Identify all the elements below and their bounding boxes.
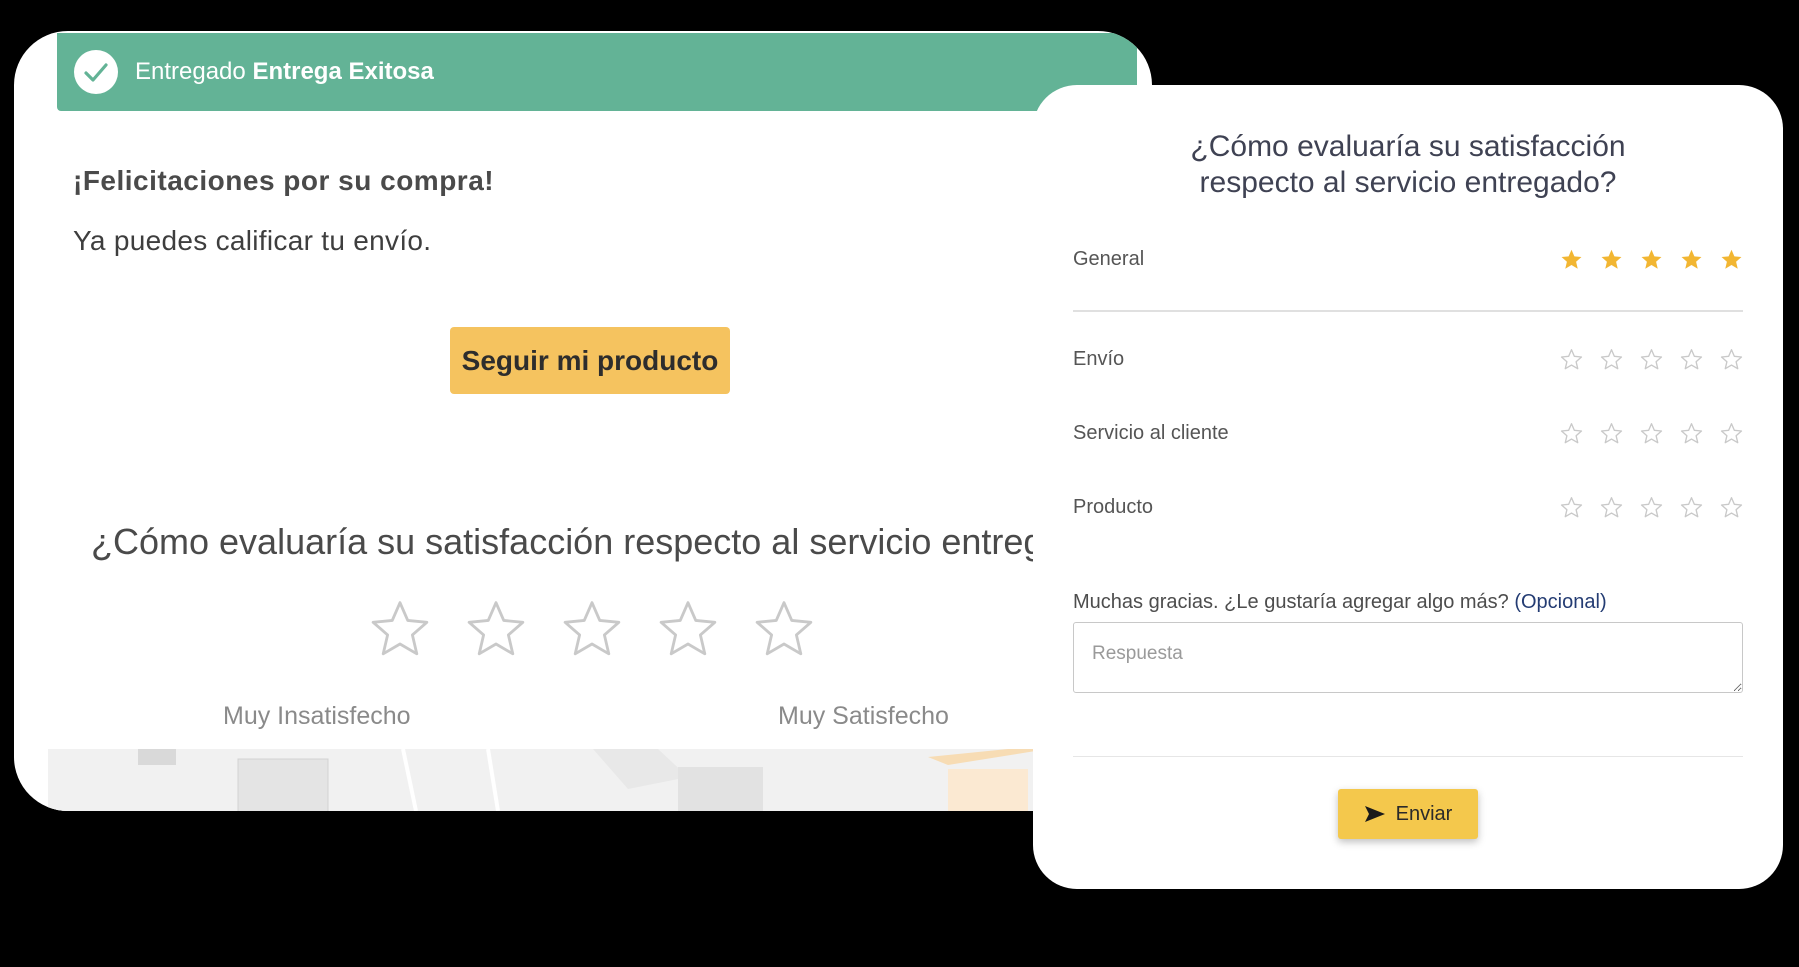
star-rating[interactable] [1560,248,1743,271]
rating-label: General [1073,247,1145,270]
status-prefix: Entregado [135,58,246,85]
star-rating[interactable] [1560,496,1743,519]
rating-row-general: General [1073,244,1743,274]
star-icon[interactable] [1640,348,1663,371]
survey-title-line-1: ¿Cómo evaluaría su satisfacción [1190,130,1626,163]
delivery-card: Entregado Entrega Exitosa ¡Felicitacione… [14,31,1152,811]
star-icon[interactable] [1560,496,1583,519]
send-arrow-icon [1364,806,1385,822]
star-icon[interactable] [1720,496,1743,519]
track-product-button[interactable]: Seguir mi producto [450,327,730,394]
status-value: Entrega Exitosa [252,58,434,85]
map-preview [48,748,1152,811]
satisfaction-question: ¿Cómo evaluaría su satisfacción respecto… [91,521,1064,562]
star-filled-icon[interactable] [1680,248,1703,271]
send-button[interactable]: Enviar [1338,789,1478,839]
delivery-status-bar: Entregado Entrega Exitosa [57,33,1137,111]
star-icon[interactable] [465,598,527,660]
scale-high-label: Muy Satisfecho [778,702,949,730]
check-icon [74,50,118,94]
delivery-status-text: Entregado Entrega Exitosa [135,58,434,86]
star-icon[interactable] [657,598,719,660]
star-filled-icon[interactable] [1600,248,1623,271]
optional-tag: (Opcional) [1514,591,1607,613]
star-icon[interactable] [1600,348,1623,371]
rating-row-product: Producto [1073,492,1743,522]
star-filled-icon[interactable] [1720,248,1743,271]
star-icon[interactable] [753,598,815,660]
star-icon[interactable] [561,598,623,660]
star-icon[interactable] [1640,422,1663,445]
star-icon[interactable] [1720,348,1743,371]
rating-row-customer-service: Servicio al cliente [1073,418,1743,448]
comment-prompt: Muchas gracias. ¿Le gustaría agregar alg… [1073,591,1509,613]
star-filled-icon[interactable] [1560,248,1583,271]
star-icon[interactable] [1560,348,1583,371]
congrats-heading: ¡Felicitaciones por su compra! [73,165,495,196]
star-icon[interactable] [1600,496,1623,519]
rating-row-shipping: Envío [1073,344,1743,374]
survey-card: ¿Cómo evaluaría su satisfacción respecto… [1033,85,1783,889]
star-filled-icon[interactable] [1640,248,1663,271]
star-icon[interactable] [1560,422,1583,445]
star-icon[interactable] [1600,422,1623,445]
rating-label: Envío [1073,347,1125,370]
rate-shipping-text: Ya puedes calificar tu envío. [73,225,432,256]
rating-label: Servicio al cliente [1073,421,1229,444]
send-label: Enviar [1395,802,1453,825]
big-star-rating[interactable] [369,598,815,660]
star-rating[interactable] [1560,422,1743,445]
star-icon[interactable] [1680,422,1703,445]
survey-title: ¿Cómo evaluaría su satisfacción respecto… [1033,129,1783,201]
comment-textarea[interactable] [1073,622,1743,693]
star-icon[interactable] [1720,422,1743,445]
scale-low-label: Muy Insatisfecho [223,702,411,730]
comment-label: Muchas gracias. ¿Le gustaría agregar alg… [1073,591,1607,614]
star-icon[interactable] [1680,348,1703,371]
rating-label: Producto [1073,495,1154,518]
star-rating[interactable] [1560,348,1743,371]
star-icon[interactable] [1640,496,1663,519]
survey-title-line-2: respecto al servicio entregado? [1199,166,1617,199]
section-divider [1073,310,1743,312]
section-divider [1073,756,1743,757]
star-icon[interactable] [369,598,431,660]
star-icon[interactable] [1680,496,1703,519]
